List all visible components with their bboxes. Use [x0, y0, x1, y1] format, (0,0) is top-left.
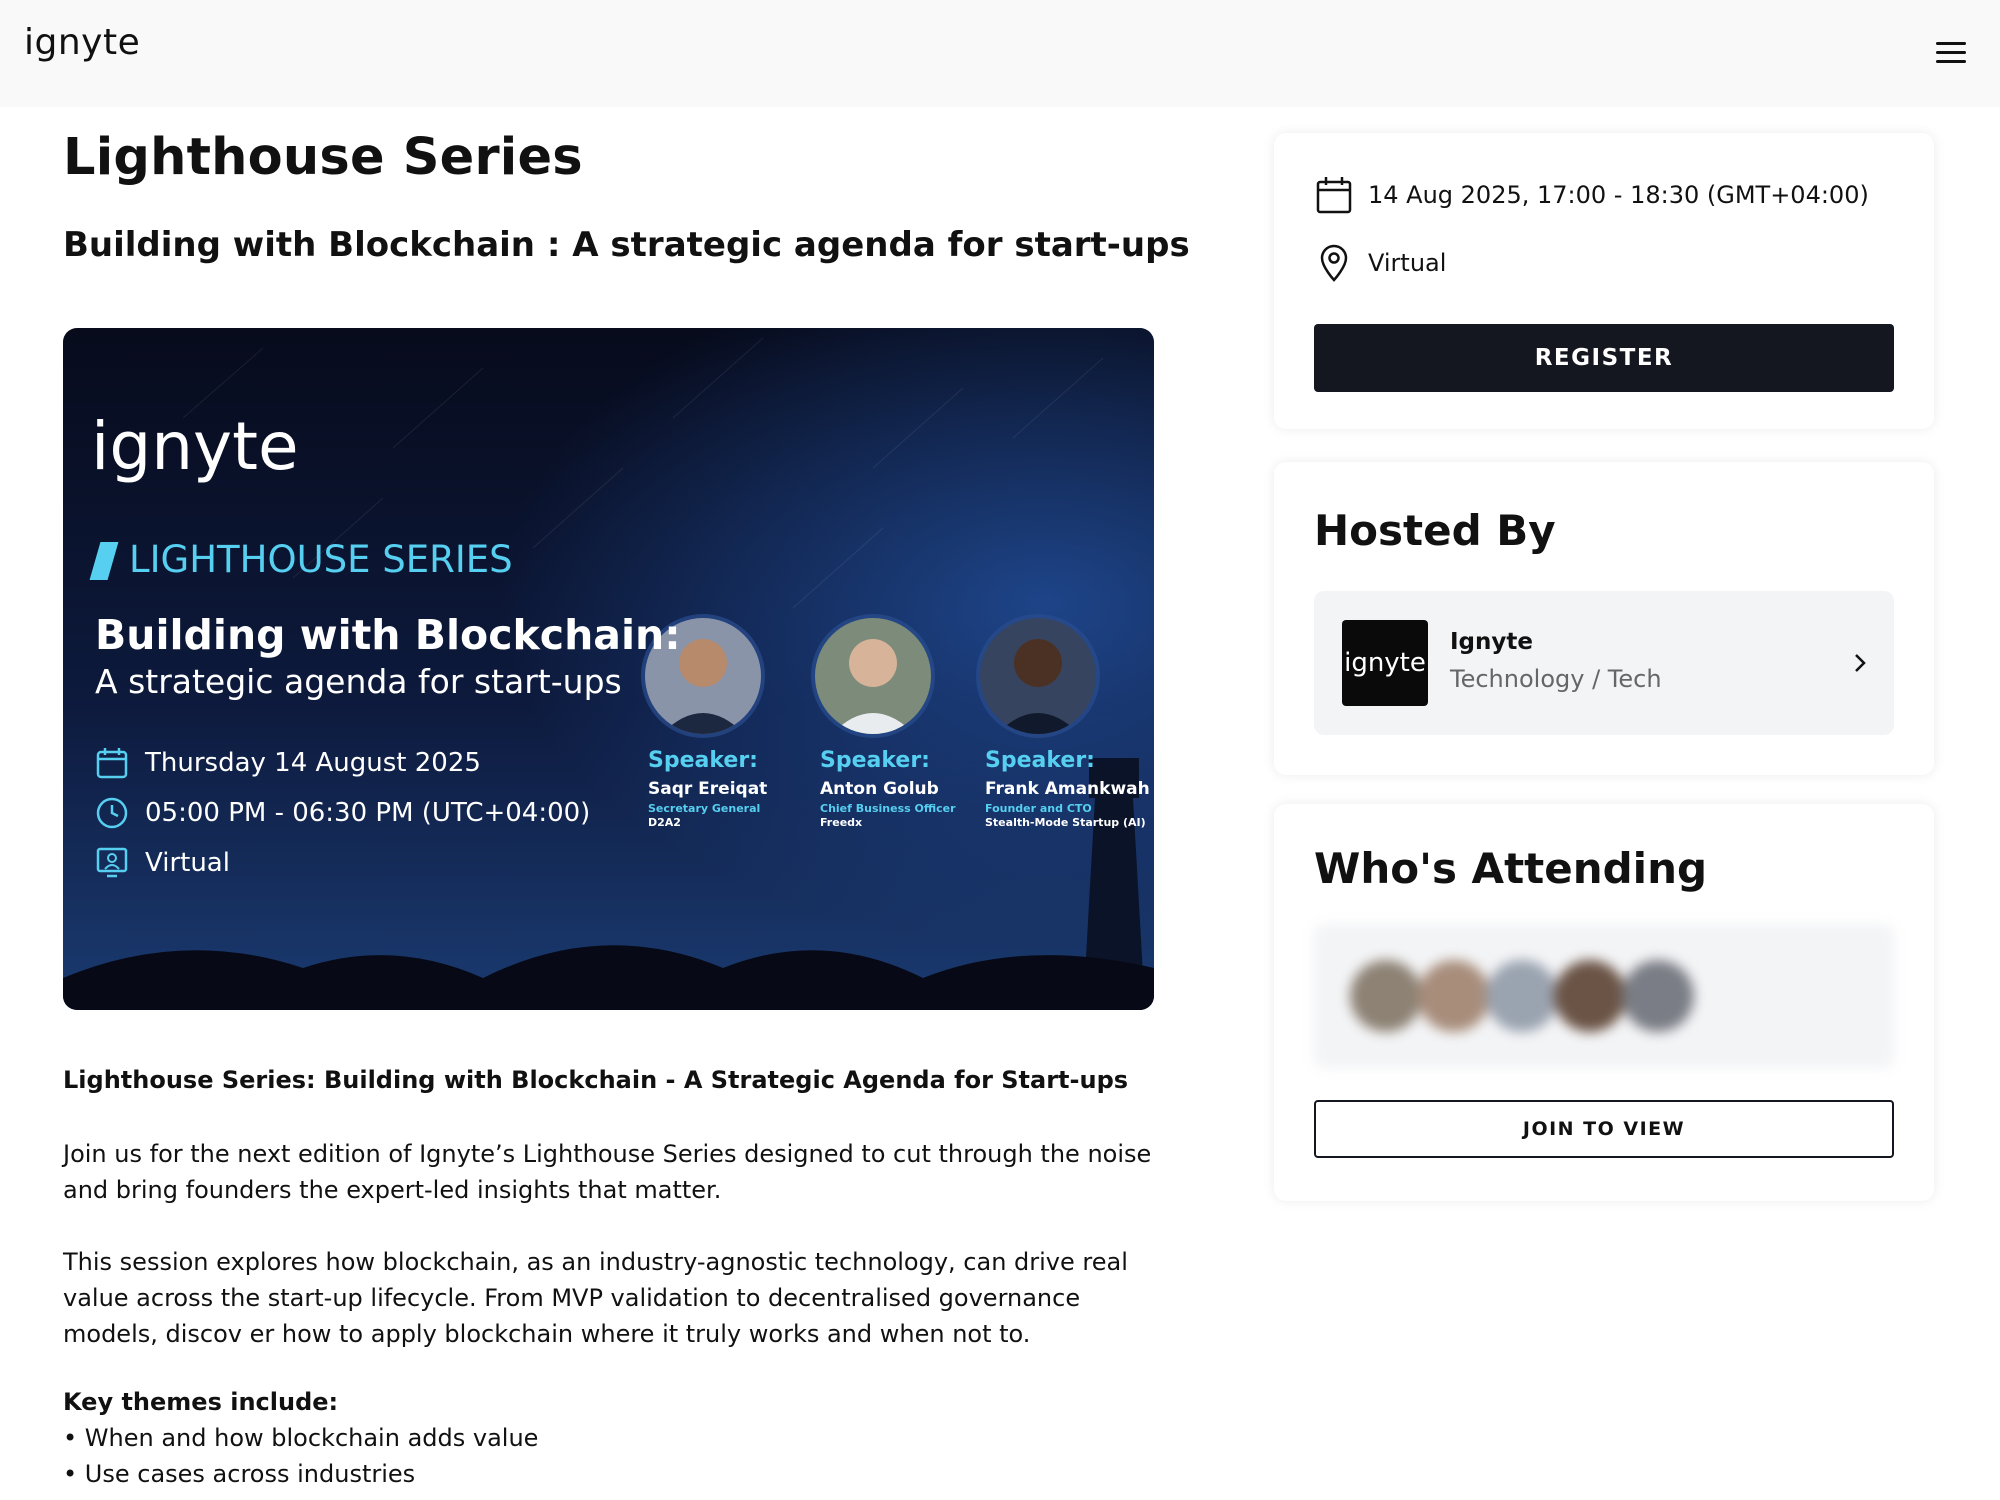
banner-date: Thursday 14 August 2025: [145, 748, 481, 778]
chevron-right-icon: [1855, 654, 1866, 672]
banner-series-label: LIGHTHOUSE SERIES: [129, 538, 513, 581]
avatar: [1486, 960, 1558, 1032]
speaker-label: Speaker:: [985, 748, 1095, 773]
hosted-by-card: Hosted By ignyte Ignyte Technology / Tec…: [1274, 462, 1934, 775]
speaker-card: Speaker: Saqr Ereiqat Secretary General …: [648, 748, 848, 829]
hamburger-menu-icon[interactable]: [1930, 36, 1974, 68]
location-pin-icon: [1320, 244, 1348, 282]
key-themes-heading: Key themes include:: [63, 1388, 339, 1416]
event-banner-image: ignyte LIGHTHOUSE SERIES Building with B…: [63, 328, 1154, 1010]
description-paragraph: Join us for the next edition of Ignyte’s…: [63, 1140, 1152, 1204]
speaker-company: Stealth-Mode Startup (AI): [985, 816, 1146, 829]
speaker-card: Speaker: Frank Amankwah Founder and CTO …: [985, 748, 1154, 829]
event-details-card: 14 Aug 2025, 17:00 - 18:30 (GMT+04:00) V…: [1274, 133, 1934, 429]
calendar-icon: [1316, 177, 1352, 214]
avatar: [1350, 960, 1422, 1032]
brand-logo[interactable]: ignyte: [24, 22, 140, 63]
host-category: Technology / Tech: [1450, 665, 1662, 693]
event-subtitle: Building with Blockchain : A strategic a…: [63, 225, 1190, 265]
attending-card: Who's Attending JOIN TO VIEW: [1274, 804, 1934, 1201]
speaker-role: Secretary General: [648, 802, 761, 815]
host-name: Ignyte: [1450, 629, 1533, 655]
banner-time: 05:00 PM - 06:30 PM (UTC+04:00): [145, 798, 591, 828]
banner-logo: ignyte: [91, 408, 299, 485]
avatar: [1418, 960, 1490, 1032]
attending-heading: Who's Attending: [1314, 844, 1708, 893]
banner-headline: Building with Blockchain:: [95, 611, 681, 659]
host-logo: ignyte: [1342, 620, 1428, 706]
speaker-name: Saqr Ereiqat: [648, 779, 768, 799]
top-navigation-bar: ignyte: [0, 0, 2000, 107]
calendar-icon: [96, 748, 128, 779]
description-heading: Lighthouse Series: Building with Blockch…: [63, 1066, 1129, 1094]
presentation-icon: [96, 847, 128, 878]
host-organization-link[interactable]: ignyte Ignyte Technology / Tech: [1314, 591, 1894, 735]
attendees-preview-blurred: [1314, 924, 1894, 1068]
theme-list-item: • Use cases across industries: [63, 1460, 416, 1488]
banner-headline-sub: A strategic agenda for start-ups: [95, 662, 622, 701]
avatar: [1554, 960, 1626, 1032]
speaker-name: Frank Amankwah: [985, 779, 1150, 799]
hosted-by-heading: Hosted By: [1314, 506, 1556, 555]
speaker-label: Speaker:: [648, 748, 758, 773]
avatar: [1622, 960, 1694, 1032]
event-datetime: 14 Aug 2025, 17:00 - 18:30 (GMT+04:00): [1368, 181, 1869, 209]
clock-icon: [96, 797, 128, 829]
speaker-role: Founder and CTO: [985, 802, 1092, 815]
event-location: Virtual: [1368, 249, 1447, 277]
event-title: Lighthouse Series: [63, 128, 583, 187]
speaker-company: D2A2: [648, 816, 681, 829]
theme-list-item: • When and how blockchain adds value: [63, 1424, 539, 1452]
banner-location: Virtual: [145, 848, 230, 878]
register-button[interactable]: REGISTER: [1314, 324, 1894, 392]
join-to-view-button[interactable]: JOIN TO VIEW: [1314, 1100, 1894, 1158]
description-paragraph: This session explores how blockchain, as…: [63, 1248, 1128, 1348]
